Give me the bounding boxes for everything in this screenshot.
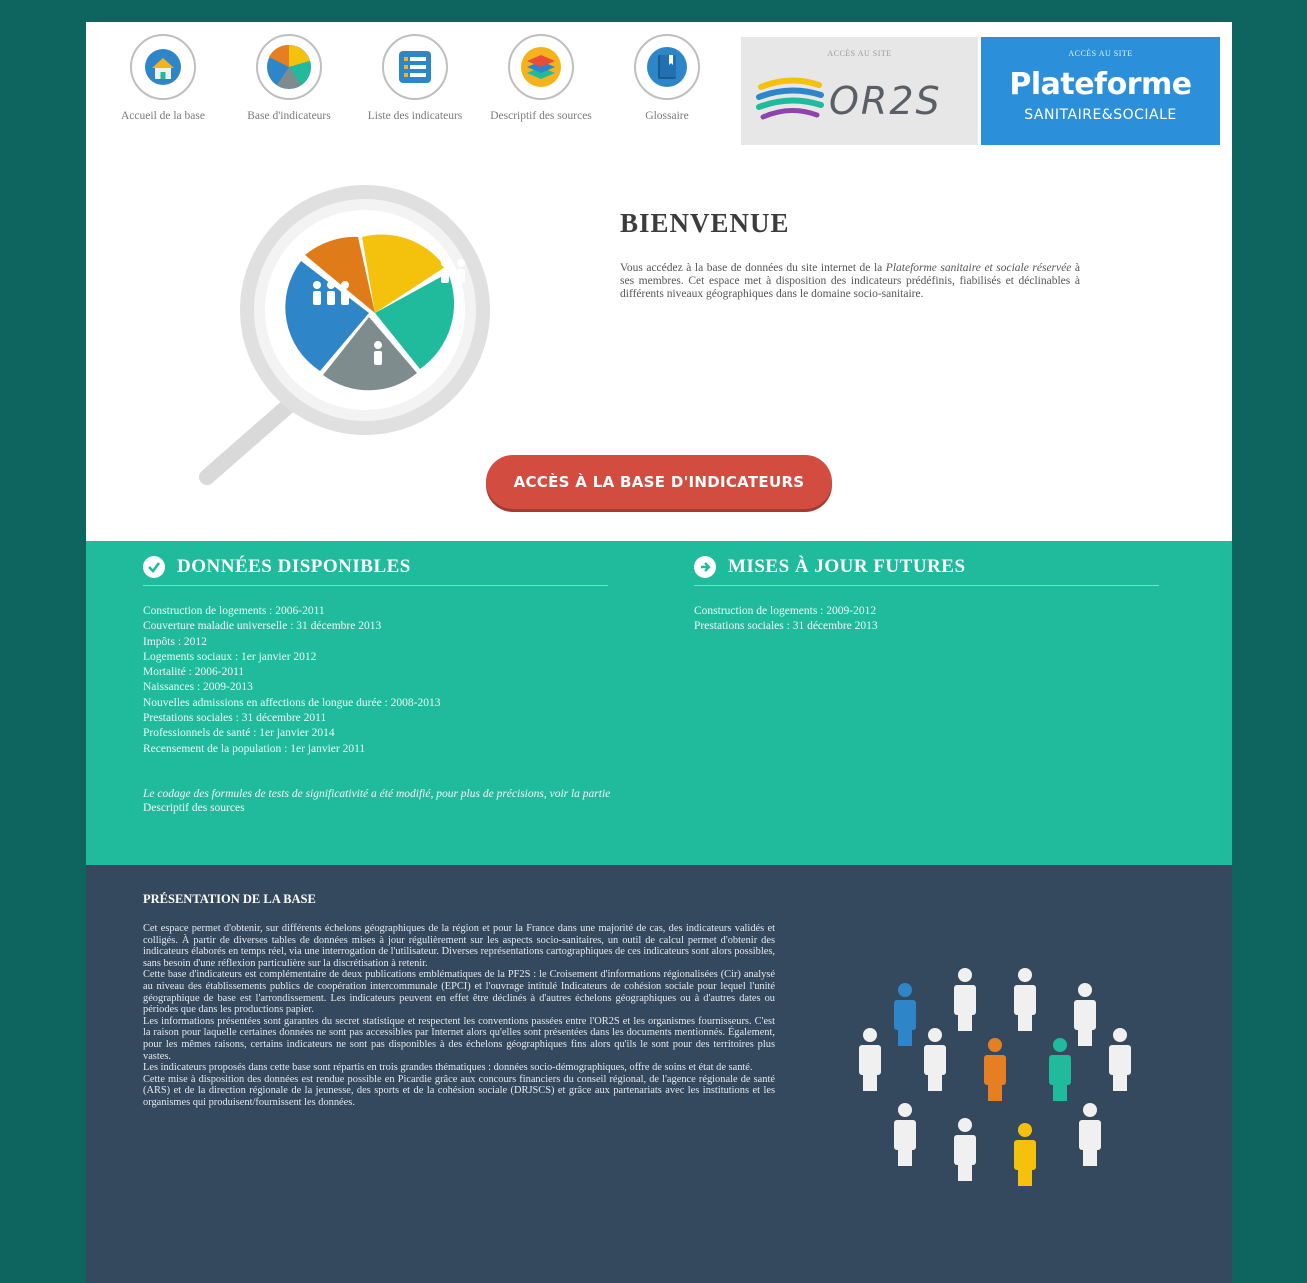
- list-item: Construction de logements : 2009-2012: [694, 605, 877, 617]
- presentation-paragraph: Cette mise à disposition des données est…: [143, 1073, 775, 1108]
- nav-label: Glossaire: [645, 110, 689, 122]
- coding-note: Le codage des formules de tests de signi…: [143, 788, 611, 814]
- available-title: DONNÉES DISPONIBLES: [143, 556, 411, 578]
- person-icon: [1049, 1038, 1071, 1101]
- home-icon: [130, 34, 196, 100]
- person-icon: [1014, 1123, 1036, 1186]
- person-icon: [954, 968, 976, 1031]
- book-icon: [634, 34, 700, 100]
- top-strip: [0, 0, 1307, 12]
- nav-label: Base d'indicateurs: [247, 110, 331, 122]
- list-item: Logements sociaux : 1er janvier 2012: [143, 650, 317, 663]
- list-item: Prestations sociales : 31 décembre 2013: [694, 620, 878, 633]
- nav-item-base-indicateurs[interactable]: Base d'indicateurs: [226, 34, 352, 134]
- plateforme-link[interactable]: ACCÈS AU SITE Plateforme SANITAIRE&SOCIA…: [981, 37, 1220, 145]
- person-icon: [954, 1118, 976, 1181]
- person-icon: [1074, 983, 1096, 1046]
- person-icon: [894, 983, 916, 1046]
- presentation-paragraph: Cette base d'indicateurs est complémenta…: [143, 969, 775, 1016]
- presentation-paragraph: Cet espace permet d'obtenir, sur différe…: [143, 923, 775, 969]
- future-list: Construction de logements : 2009-2012 Pre…: [694, 604, 878, 635]
- person-icon: [1079, 1103, 1101, 1166]
- list-item: Impôts : 2012: [143, 635, 207, 648]
- presentation-paragraph: Les informations présentées sont garante…: [143, 1015, 775, 1062]
- layers-icon: [508, 34, 574, 100]
- list-item: Professionnels de santé : 1er janvier 20…: [143, 727, 335, 740]
- magnifier-illustration: [199, 185, 490, 485]
- nav-label: Descriptif des sources: [490, 110, 592, 122]
- or2s-link[interactable]: ACCÈS AU SITE OR2S: [741, 37, 978, 145]
- welcome-title: BIENVENUE: [620, 208, 790, 238]
- list-item: Couverture maladie universelle : 31 déce…: [143, 620, 382, 633]
- list-icon: [382, 34, 448, 100]
- divider: [143, 585, 608, 586]
- or2s-name: OR2S: [829, 79, 942, 123]
- presentation-text: Cet espace permet d'obtenir, sur différe…: [143, 923, 775, 1109]
- main-navigation: Accueil de la base Base d'indicateurs Li…: [100, 34, 730, 134]
- presentation-title: PRÉSENTATION DE LA BASE: [143, 892, 316, 906]
- nav-label: Liste des indicateurs: [367, 110, 463, 122]
- pss-name: Plateforme: [1009, 67, 1192, 102]
- presentation-paragraph: Les indicateurs proposés dans cette base…: [143, 1062, 753, 1074]
- person-icon: [894, 1103, 916, 1166]
- pie-chart-icon: [256, 34, 322, 100]
- nav-item-glossaire[interactable]: Glossaire: [604, 34, 730, 134]
- welcome-text: Vous accédez à la base de données du sit…: [620, 262, 1081, 300]
- people-network-illustration: [859, 968, 1131, 1186]
- check-icon: [143, 556, 165, 578]
- or2s-caption: ACCÈS AU SITE: [827, 49, 892, 58]
- list-item: Naissances : 2009-2013: [143, 681, 253, 694]
- person-icon: [859, 1028, 881, 1091]
- person-icon: [1014, 968, 1036, 1031]
- descriptif-sources-link[interactable]: Descriptif des sources: [143, 802, 245, 814]
- access-database-button[interactable]: ACCÈS À LA BASE D'INDICATEURS: [486, 455, 832, 509]
- list-item: Prestations sociales : 31 décembre 2011: [143, 712, 327, 725]
- list-item: Nouvelles admissions en affections de lo…: [143, 696, 441, 709]
- or2s-logo-icon: [756, 77, 824, 120]
- pss-caption: ACCÈS AU SITE: [1068, 49, 1133, 58]
- nav-item-liste-indicateurs[interactable]: Liste des indicateurs: [352, 34, 478, 134]
- list-item: Mortalité : 2006-2011: [143, 666, 245, 679]
- list-item: Construction de logements : 2006-2011: [143, 605, 325, 617]
- arrow-right-icon: [694, 556, 716, 578]
- nav-item-descriptif-sources[interactable]: Descriptif des sources: [478, 34, 604, 134]
- divider: [694, 585, 1159, 586]
- nav-item-accueil[interactable]: Accueil de la base: [100, 34, 226, 134]
- future-title: MISES À JOUR FUTURES: [694, 556, 966, 578]
- pss-subname: SANITAIRE&SOCIALE: [1024, 107, 1177, 123]
- available-list: Construction de logements : 2006-2011 Cou…: [143, 604, 440, 757]
- list-item: Recensement de la population : 1er janvi…: [143, 742, 366, 755]
- person-icon: [1109, 1028, 1131, 1091]
- person-icon: [924, 1028, 946, 1091]
- nav-label: Accueil de la base: [121, 110, 205, 122]
- person-icon: [984, 1038, 1006, 1101]
